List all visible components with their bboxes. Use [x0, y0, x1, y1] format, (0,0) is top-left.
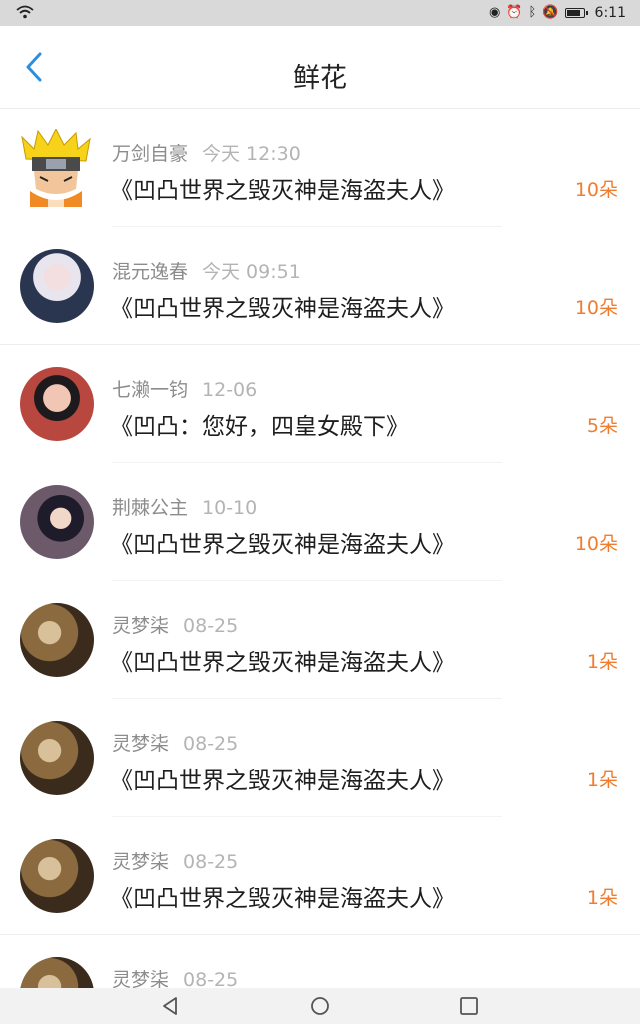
recents-square-icon[interactable] — [457, 994, 481, 1018]
book-title: 《凹凸世界之毁灭神是海盗夫人》 — [110, 650, 455, 676]
flower-list: 万剑自豪 今天 12:30 《凹凸世界之毁灭神是海盗夫人》 10朵 混元逸春 今天 … — [0, 109, 640, 989]
home-circle-icon[interactable] — [308, 994, 332, 1018]
status-bar: ◉ ⏰ ᛒ 🔕 6:11 — [0, 0, 640, 26]
list-item[interactable]: 灵梦柒 08-25 《凹凸世界之毁灭神是海盗夫人》 1朵 — [0, 699, 640, 817]
send-time: 08-25 — [183, 733, 239, 755]
list-item[interactable]: 混元逸春 今天 09:51 《凹凸世界之毁灭神是海盗夫人》 10朵 — [0, 227, 640, 345]
sender-name: 灵梦柒 — [112, 615, 170, 637]
sender-name: 七濑一钧 — [112, 379, 189, 401]
list-item[interactable]: 万剑自豪 今天 12:30 《凹凸世界之毁灭神是海盗夫人》 10朵 — [0, 109, 640, 227]
battery-level — [566, 10, 581, 16]
flower-count: 5朵 — [586, 415, 618, 437]
sender-name: 灵梦柒 — [112, 733, 170, 755]
status-time: 6:11 — [594, 5, 626, 21]
book-title: 《凹凸世界之毁灭神是海盗夫人》 — [110, 886, 455, 912]
wifi-icon — [16, 5, 34, 19]
sender-meta: 七濑一钧 12-06 — [112, 375, 257, 402]
user-avatar — [20, 603, 94, 677]
flower-count: 10朵 — [574, 179, 618, 201]
sender-meta: 灵梦柒 08-25 — [112, 729, 238, 756]
user-avatar — [20, 721, 94, 795]
send-time: 08-25 — [183, 969, 239, 989]
sender-name: 灵梦柒 — [112, 969, 170, 989]
list-item[interactable]: 灵梦柒 08-25 《凹凸世界之毁灭神是海盗夫人》 1朵 — [0, 581, 640, 699]
back-triangle-icon[interactable] — [158, 994, 182, 1018]
sender-name: 灵梦柒 — [112, 851, 170, 873]
send-time: 08-25 — [183, 615, 239, 637]
flower-count: 10朵 — [574, 297, 618, 319]
battery-icon — [564, 8, 588, 18]
sender-meta: 万剑自豪 今天 12:30 — [112, 139, 301, 166]
flower-count: 10朵 — [574, 533, 618, 555]
eye-icon: ◉ — [489, 5, 501, 20]
send-time: 今天 09:51 — [202, 261, 301, 283]
sender-meta: 混元逸春 今天 09:51 — [112, 257, 301, 284]
flower-count: 1朵 — [586, 651, 618, 673]
mute-icon: 🔕 — [542, 5, 559, 20]
sender-meta: 荆棘公主 10-10 — [112, 493, 257, 520]
bluetooth-icon: ᛒ — [528, 5, 537, 20]
list-item[interactable]: 灵梦柒 08-25 《凹凸世界之毁灭神是海盗夫人》 1朵 — [0, 817, 640, 935]
book-title: 《凹凸世界之毁灭神是海盗夫人》 — [110, 768, 455, 794]
list-item[interactable]: 荆棘公主 10-10 《凹凸世界之毁灭神是海盗夫人》 10朵 — [0, 463, 640, 581]
list-item[interactable]: 灵梦柒 08-25 — [0, 935, 640, 989]
send-time: 今天 12:30 — [202, 143, 301, 165]
book-title: 《凹凸世界之毁灭神是海盗夫人》 — [110, 178, 455, 204]
sender-name: 万剑自豪 — [112, 143, 189, 165]
flower-count: 1朵 — [586, 887, 618, 909]
page-title: 鲜花 — [293, 63, 347, 94]
list-item[interactable]: 七濑一钧 12-06 《凹凸：您好，四皇女殿下》 5朵 — [0, 345, 640, 463]
user-avatar — [20, 249, 94, 323]
book-title: 《凹凸世界之毁灭神是海盗夫人》 — [110, 296, 455, 322]
user-avatar — [20, 367, 94, 441]
app-header: 鲜花 — [0, 26, 640, 109]
sender-meta: 灵梦柒 08-25 — [112, 965, 238, 989]
sender-meta: 灵梦柒 08-25 — [112, 847, 238, 874]
flower-count: 1朵 — [586, 769, 618, 791]
send-time: 12-06 — [202, 379, 258, 401]
alarm-icon: ⏰ — [506, 5, 523, 20]
book-title: 《凹凸：您好，四皇女殿下》 — [110, 414, 409, 440]
send-time: 10-10 — [202, 497, 258, 519]
sender-name: 荆棘公主 — [112, 497, 189, 519]
user-avatar — [20, 485, 94, 559]
user-avatar — [20, 839, 94, 913]
sender-name: 混元逸春 — [112, 261, 189, 283]
user-avatar — [20, 957, 94, 989]
send-time: 08-25 — [183, 851, 239, 873]
book-title: 《凹凸世界之毁灭神是海盗夫人》 — [110, 532, 455, 558]
ninja-avatar — [21, 129, 91, 207]
system-nav-bar — [0, 988, 640, 1024]
sender-meta: 灵梦柒 08-25 — [112, 611, 238, 638]
